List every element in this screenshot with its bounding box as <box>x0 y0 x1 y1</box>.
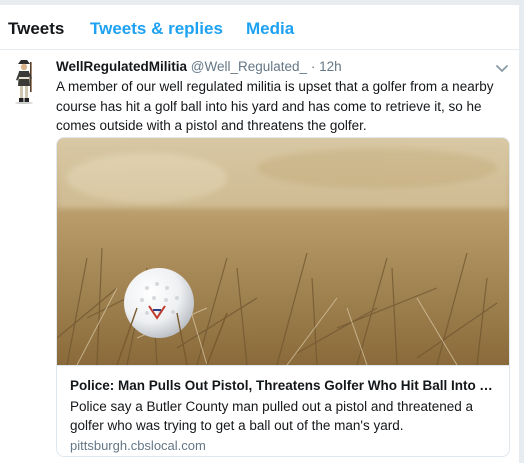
display-name[interactable]: WellRegulatedMilitia <box>56 59 187 74</box>
card-domain: pittsburgh.cbslocal.com <box>70 438 206 453</box>
card-image[interactable] <box>57 138 509 366</box>
tweet-timestamp[interactable]: 12h <box>319 59 342 74</box>
tab-tweets[interactable]: Tweets <box>8 19 64 39</box>
chevron-down-icon[interactable] <box>494 62 510 74</box>
link-card[interactable]: Police: Man Pulls Out Pistol, Threatens … <box>56 137 510 457</box>
tab-media[interactable]: Media <box>246 19 294 39</box>
profile-timeline-panel: Tweets Tweets & replies Media WellRegula… <box>0 5 519 463</box>
tab-tweets-and-replies[interactable]: Tweets & replies <box>90 19 223 39</box>
user-handle[interactable]: @Well_Regulated_ <box>191 59 307 74</box>
profile-tabs: Tweets Tweets & replies Media <box>0 5 519 50</box>
card-title[interactable]: Police: Man Pulls Out Pistol, Threatens … <box>70 378 498 393</box>
card-body[interactable]: Police: Man Pulls Out Pistol, Threatens … <box>57 365 509 456</box>
avatar[interactable] <box>10 58 38 104</box>
separator-dot: · <box>310 59 316 74</box>
tweet[interactable]: WellRegulatedMilitia @Well_Regulated_ · … <box>0 50 519 463</box>
militia-figure-icon <box>15 60 33 104</box>
tweet-text: A member of our well regulated militia i… <box>56 79 494 133</box>
tweet-header: WellRegulatedMilitia @Well_Regulated_ · … <box>56 59 342 74</box>
card-description: Police say a Butler County man pulled ou… <box>70 399 474 433</box>
